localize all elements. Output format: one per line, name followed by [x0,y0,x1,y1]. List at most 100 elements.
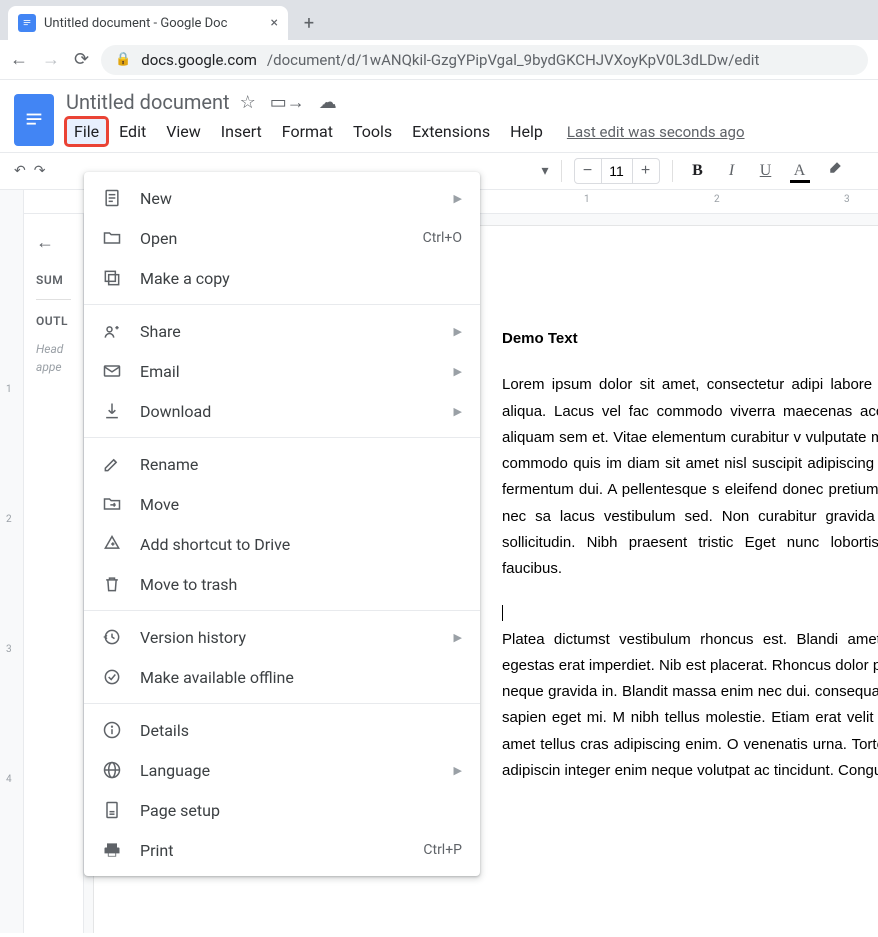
chevron-right-icon: ▶ [454,405,462,418]
outline-hint-2: appe [36,358,71,376]
docs-logo[interactable] [14,94,54,146]
vertical-ruler[interactable]: 1 2 3 4 [0,214,24,933]
star-icon[interactable]: ☆ [240,92,256,113]
menu-make-copy[interactable]: Make a copy [84,258,480,298]
menu-email[interactable]: Email ▶ [84,351,480,391]
menu-format[interactable]: Format [274,118,341,145]
ruler-corner [0,190,24,214]
menu-share[interactable]: Share ▶ [84,311,480,351]
menu-page-setup[interactable]: Page setup [84,790,480,830]
vruler-num: 1 [6,384,12,395]
ruler-num: 3 [844,194,850,205]
menu-print[interactable]: Print Ctrl+P [84,830,480,870]
rename-icon [102,454,122,474]
redo-button[interactable]: ↷ [34,163,46,179]
divider [36,299,71,300]
menu-add-shortcut[interactable]: Add shortcut to Drive [84,524,480,564]
menu-file[interactable]: File [66,118,107,145]
text-cursor [502,605,503,621]
underline-button[interactable]: U [753,162,779,180]
font-size-control: − + [574,158,660,184]
new-tab-button[interactable]: + [294,8,324,38]
menu-edit[interactable]: Edit [111,118,154,145]
move-icon[interactable]: ▭→ [270,92,305,113]
bold-button[interactable]: B [685,162,711,180]
trash-icon [102,574,122,594]
browser-tab[interactable]: Untitled document - Google Doc × [8,6,288,40]
offline-icon [102,667,122,687]
close-tab-icon[interactable]: × [271,15,278,31]
vruler-num: 2 [6,514,12,525]
menu-version-history[interactable]: Version history ▶ [84,617,480,657]
ruler-num: 1 [584,194,590,205]
url-path: /document/d/1wANQkil-GzgYPipVgal_9bydGKC… [267,51,759,69]
font-size-increase[interactable]: + [633,159,659,183]
chevron-right-icon: ▶ [454,764,462,777]
menu-language[interactable]: Language ▶ [84,750,480,790]
chevron-down-icon[interactable]: ▾ [541,163,548,179]
chevron-right-icon: ▶ [454,365,462,378]
font-size-input[interactable] [601,159,633,183]
chevron-right-icon: ▶ [454,192,462,205]
outline-back-icon[interactable]: ← [36,232,71,253]
last-edit-link[interactable]: Last edit was seconds ago [567,123,745,141]
menu-move[interactable]: Move [84,484,480,524]
page-setup-icon [102,800,122,820]
address-bar: ← → ⟳ 🔒 docs.google.com/document/d/1wANQ… [0,40,878,80]
menu-view[interactable]: View [158,118,209,145]
url-host: docs.google.com [141,51,257,69]
cloud-status-icon[interactable]: ☁ [319,92,337,113]
text-color-button[interactable]: A [787,162,813,180]
menu-download[interactable]: Download ▶ [84,391,480,431]
docs-favicon [18,14,36,32]
menu-separator [84,610,480,611]
forward-button[interactable]: → [42,49,60,70]
menu-new[interactable]: New ▶ [84,178,480,218]
url-field[interactable]: 🔒 docs.google.com/document/d/1wANQkil-Gz… [101,45,868,75]
browser-tab-strip: Untitled document - Google Doc × + [0,0,878,40]
menu-open[interactable]: Open Ctrl+O [84,218,480,258]
highlight-button[interactable] [821,160,847,183]
menu-separator [84,437,480,438]
copy-icon [102,268,122,288]
ruler-num: 2 [714,194,720,205]
menu-move-to-trash[interactable]: Move to trash [84,564,480,604]
print-icon [102,840,122,860]
menu-tools[interactable]: Tools [345,118,400,145]
docs-header: Untitled document ☆ ▭→ ☁ File Edit View … [0,80,878,146]
menu-insert[interactable]: Insert [213,118,270,145]
italic-button[interactable]: I [719,162,745,180]
vruler-num: 3 [6,644,12,655]
document-icon [102,188,122,208]
menu-rename[interactable]: Rename [84,444,480,484]
undo-button[interactable]: ↶ [14,163,26,179]
tab-title: Untitled document - Google Doc [44,16,263,31]
menu-extensions[interactable]: Extensions [404,118,498,145]
move-folder-icon [102,494,122,514]
globe-icon [102,760,122,780]
drive-shortcut-icon [102,534,122,554]
lock-icon: 🔒 [115,52,131,67]
download-icon [102,401,122,421]
summary-heading: SUM [36,273,71,287]
file-menu-dropdown: New ▶ Open Ctrl+O Make a copy Share ▶ Em… [84,172,480,876]
menu-help[interactable]: Help [502,118,551,145]
document-title[interactable]: Untitled document [66,90,230,114]
reload-button[interactable]: ⟳ [74,49,89,70]
folder-icon [102,228,122,248]
doc-heading[interactable]: Demo Text [502,326,878,352]
outline-hint-1: Head [36,340,71,358]
menu-details[interactable]: Details [84,710,480,750]
back-button[interactable]: ← [10,49,28,70]
share-icon [102,321,122,341]
outline-panel: ← SUM OUTL Head appe [24,214,84,933]
info-icon [102,720,122,740]
email-icon [102,361,122,381]
menu-separator [84,304,480,305]
outline-heading: OUTL [36,314,71,328]
doc-paragraph-2[interactable]: Platea dictumst vestibulum rhoncus est. … [502,627,878,785]
menu-offline[interactable]: Make available offline [84,657,480,697]
history-icon [102,627,122,647]
font-size-decrease[interactable]: − [575,159,601,183]
doc-paragraph-1[interactable]: Lorem ipsum dolor sit amet, consectetur … [502,372,878,582]
